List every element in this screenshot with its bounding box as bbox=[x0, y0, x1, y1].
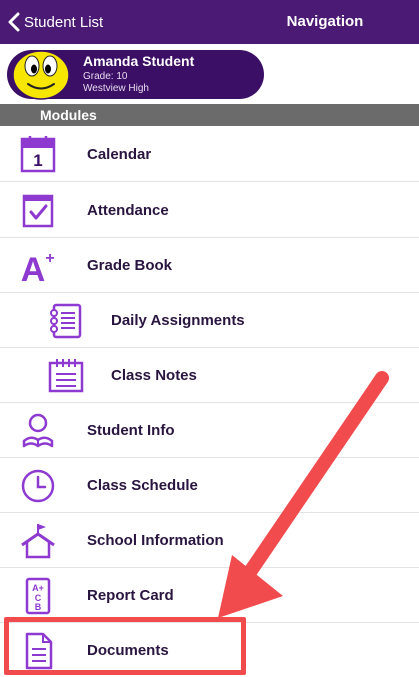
chevron-left-icon bbox=[8, 12, 20, 32]
menu-item-label: Documents bbox=[87, 642, 169, 659]
page-title: Navigation bbox=[286, 13, 364, 30]
menu-item-label: Attendance bbox=[87, 202, 169, 219]
menu-item-label: Grade Book bbox=[87, 257, 173, 274]
svg-text:A+: A+ bbox=[32, 583, 44, 593]
menu-item-school-information[interactable]: School Information bbox=[0, 513, 419, 568]
student-profile-card[interactable]: Amanda Student Grade: 10 Westview High bbox=[7, 50, 264, 100]
menu-item-daily-assignments[interactable]: Daily Assignments bbox=[0, 293, 419, 348]
svg-text:B: B bbox=[35, 602, 42, 612]
student-name: Amanda Student bbox=[83, 53, 195, 69]
back-to-student-list-button[interactable]: Student List bbox=[6, 10, 103, 34]
report-card-icon: A+ C B bbox=[25, 577, 51, 615]
menu-item-class-notes[interactable]: Class Notes bbox=[0, 348, 419, 403]
clock-icon bbox=[21, 469, 55, 503]
attendance-checkbox-icon bbox=[22, 194, 54, 228]
menu-item-grade-book[interactable]: A + Grade Book bbox=[0, 238, 419, 293]
grade-a-plus-icon: A + bbox=[21, 250, 55, 286]
student-school: Westview High bbox=[83, 83, 149, 94]
svg-text:A: A bbox=[21, 251, 46, 286]
notebook-list-icon bbox=[50, 303, 82, 339]
modules-section-header: Modules bbox=[0, 104, 419, 126]
menu-item-class-schedule[interactable]: Class Schedule bbox=[0, 458, 419, 513]
svg-text:1: 1 bbox=[33, 151, 42, 170]
notepad-icon bbox=[48, 359, 84, 393]
menu-item-documents[interactable]: Documents bbox=[0, 623, 419, 677]
menu-item-attendance[interactable]: Attendance bbox=[0, 183, 419, 238]
document-icon bbox=[25, 632, 53, 670]
menu-item-student-info[interactable]: Student Info bbox=[0, 403, 419, 458]
menu-item-label: School Information bbox=[87, 532, 224, 549]
menu-item-label: Class Schedule bbox=[87, 477, 198, 494]
menu-item-report-card[interactable]: A+ C B Report Card bbox=[0, 568, 419, 623]
smiley-avatar-icon bbox=[12, 50, 70, 100]
calendar-icon: 1 bbox=[20, 136, 56, 173]
menu-item-label: Student Info bbox=[87, 422, 175, 439]
menu-item-label: Calendar bbox=[87, 146, 152, 163]
student-reading-icon bbox=[22, 413, 54, 448]
menu-item-calendar[interactable]: 1 Calendar bbox=[0, 127, 419, 182]
menu-item-label: Class Notes bbox=[111, 367, 197, 384]
svg-text:+: + bbox=[45, 250, 54, 267]
back-button-label: Student List bbox=[24, 13, 104, 31]
menu-item-label: Report Card bbox=[87, 587, 174, 604]
school-house-icon bbox=[21, 524, 55, 559]
top-navigation-bar: Student List Navigation bbox=[0, 0, 419, 44]
menu-item-label: Daily Assignments bbox=[111, 312, 245, 329]
student-grade: Grade: 10 bbox=[83, 71, 128, 82]
